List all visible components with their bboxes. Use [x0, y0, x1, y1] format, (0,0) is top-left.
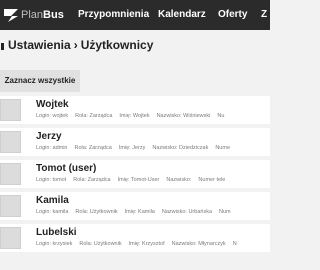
user-meta: Login: wojtek Rola: Zarządca Imię: Wojtek N…	[36, 112, 231, 120]
user-last-name: Nazwisko: Dziedziczak	[152, 145, 209, 151]
user-extra: Num	[219, 209, 231, 215]
breadcrumb-separator: ›	[73, 38, 78, 52]
user-first-name: Imię: Krzysztof	[128, 241, 165, 247]
row-checkbox[interactable]	[0, 131, 21, 153]
user-meta: Login: krzysiek Rola: Użytkownik Imię: Krz…	[36, 240, 244, 248]
row-checkbox[interactable]	[0, 163, 21, 185]
user-last-name: Nazwisko: Wiśniewski	[156, 113, 211, 119]
breadcrumb-current: Użytkownicy	[80, 38, 154, 52]
user-extra: Nume	[215, 145, 230, 151]
settings-icon	[1, 43, 4, 50]
user-row-lubelski[interactable]: Lubelski Login: krzysiek Rola: Użytkownik…	[0, 224, 270, 252]
nav-item-offers[interactable]: Oferty	[218, 7, 247, 23]
row-checkbox[interactable]	[0, 99, 21, 121]
select-all-button[interactable]: Zaznacz wszystkie	[0, 70, 80, 92]
user-name: Tomot (user)	[36, 163, 97, 174]
user-row-jerzy[interactable]: Jerzy Login: admin Rola: Zarządca Imię: Je…	[0, 128, 270, 156]
user-extra: N	[232, 241, 237, 247]
user-meta: Login: kamila Rola: Użytkownik Imię: Kamil…	[36, 208, 238, 216]
user-first-name: Imię: Wojtek	[119, 113, 150, 119]
user-role: Rola: Użytkownik	[75, 209, 118, 215]
user-role: Rola: Zarządca	[75, 113, 113, 119]
user-login: Login: admin	[36, 145, 68, 151]
app-brand[interactable]: PlanBus	[21, 7, 64, 23]
user-last-name: Nazwisko: Urbańska	[161, 209, 213, 215]
user-meta: Login: tomot Rola: Zarządca Imię: Tomot-Us…	[36, 176, 232, 184]
user-name: Lubelski	[36, 227, 77, 238]
user-login: Login: wojtek	[36, 113, 69, 119]
breadcrumb: Ustawienia › Użytkownicy	[0, 36, 270, 54]
user-extra: Nu	[217, 113, 225, 119]
user-last-name: Nazwisko: Młynarczyk	[171, 241, 226, 247]
user-first-name: Imię: Tomot-User	[117, 177, 160, 183]
user-extra: Numer tele	[198, 177, 226, 183]
user-name: Kamila	[36, 195, 69, 206]
brand-plan: Plan	[21, 9, 44, 21]
nav-item-calendar[interactable]: Kalendarz	[158, 7, 206, 23]
user-last-name: Nazwisko:	[166, 177, 192, 183]
user-first-name: Imię: Jerzy	[118, 145, 146, 151]
row-checkbox[interactable]	[0, 195, 21, 217]
planbus-logo-icon[interactable]	[2, 7, 20, 23]
user-login: Login: tomot	[36, 177, 67, 183]
user-role: Rola: Użytkownik	[79, 241, 122, 247]
nav-item-truncated[interactable]: Z	[261, 7, 267, 23]
user-first-name: Imię: Kamila	[124, 209, 155, 215]
nav-item-reminders[interactable]: Przypomnienia	[78, 7, 149, 23]
user-list: Wojtek Login: wojtek Rola: Zarządca Imię: …	[0, 96, 270, 256]
user-row-kamila[interactable]: Kamila Login: kamila Rola: Użytkownik Imię…	[0, 192, 270, 220]
breadcrumb-parent[interactable]: Ustawienia	[8, 38, 71, 52]
user-login: Login: kamila	[36, 209, 69, 215]
top-navigation-bar: PlanBus Przypomnienia Kalendarz Oferty Z	[0, 0, 270, 30]
user-row-wojtek[interactable]: Wojtek Login: wojtek Rola: Zarządca Imię: …	[0, 96, 270, 124]
user-name: Jerzy	[36, 131, 62, 142]
user-name: Wojtek	[36, 99, 69, 110]
user-row-tomot[interactable]: Tomot (user) Login: tomot Rola: Zarządca I…	[0, 160, 270, 188]
user-login: Login: krzysiek	[36, 241, 73, 247]
brand-bus: Bus	[43, 9, 64, 21]
row-checkbox[interactable]	[0, 227, 21, 249]
user-meta: Login: admin Rola: Zarządca Imię: Jerzy Naz…	[36, 144, 237, 152]
user-role: Rola: Zarządca	[73, 177, 111, 183]
user-role: Rola: Zarządca	[74, 145, 112, 151]
